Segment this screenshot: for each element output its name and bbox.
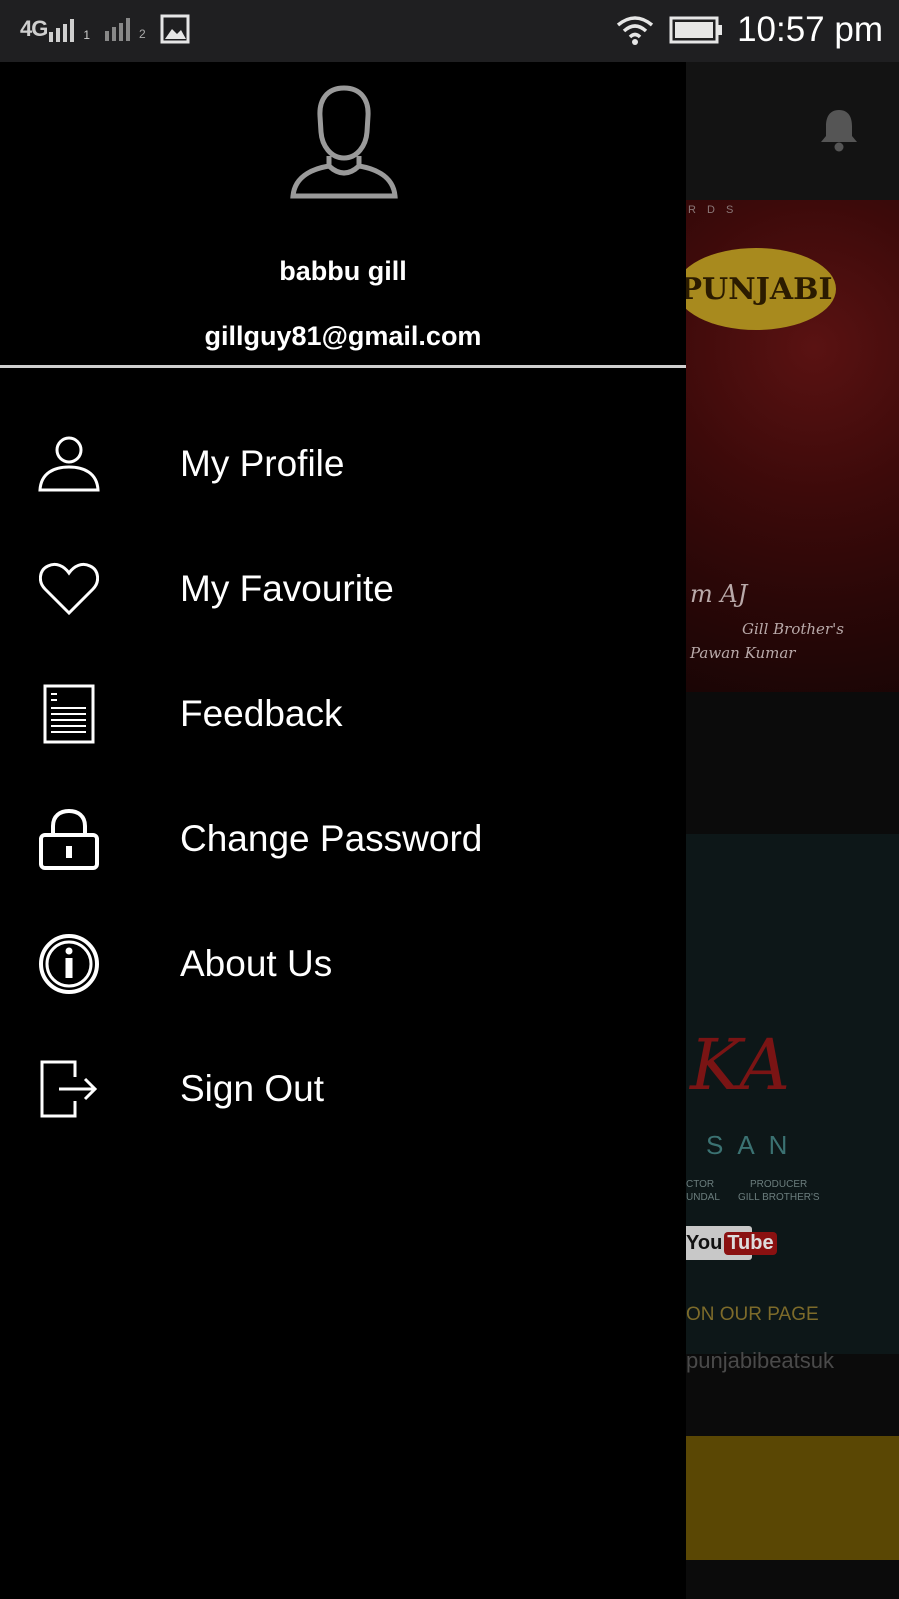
- signal-icon: [105, 18, 131, 41]
- navigation-drawer: babbu gill gillguy81@gmail.com My Profil…: [0, 62, 686, 1599]
- poster-script-title: KA: [690, 1024, 791, 1106]
- youtube-logo: You Tube: [686, 1226, 777, 1260]
- youtube-tube: Tube: [724, 1231, 777, 1255]
- background-yellow-banner[interactable]: [686, 1436, 899, 1560]
- menu-item-about-us[interactable]: About Us: [0, 901, 686, 1026]
- poster-text-line-2: Gill Brother's: [742, 620, 844, 638]
- poster-text-line-1: m AJ: [690, 580, 748, 608]
- info-icon: [38, 933, 100, 995]
- punjabi-beats-logo: PUNJABI: [686, 248, 836, 330]
- menu-item-my-profile[interactable]: My Profile: [0, 401, 686, 526]
- sim1-signal: 4G 1: [20, 16, 90, 42]
- network-type-label: 4G: [20, 16, 48, 41]
- poster-subtitle: SAN: [706, 1130, 802, 1160]
- drawer-menu: My Profile My Favourite Feedback Change …: [0, 401, 686, 1151]
- notification-bell-icon[interactable]: [819, 106, 859, 152]
- credit-role: CTOR: [686, 1179, 715, 1190]
- credit-role: PRODUCER: [750, 1179, 808, 1190]
- signal-icon: [49, 19, 75, 42]
- poster-credits: CTOR PRODUCER UNDAL GILL BROTHER'S: [686, 1178, 899, 1204]
- poster-caption: R D S: [688, 204, 738, 216]
- credit-name: UNDAL: [686, 1192, 720, 1203]
- drawer-header: babbu gill gillguy81@gmail.com: [0, 62, 686, 368]
- avatar-icon[interactable]: [289, 84, 399, 202]
- youtube-text: You: [686, 1231, 723, 1254]
- poster-footer-text: ON OUR PAGE: [686, 1304, 819, 1325]
- menu-item-label: Change Password: [180, 817, 483, 859]
- sim1-index: 1: [83, 28, 91, 42]
- menu-item-label: Feedback: [180, 692, 343, 734]
- sim2-signal: 2: [104, 17, 146, 41]
- menu-item-label: About Us: [180, 942, 333, 984]
- logo-text: PUNJABI: [686, 271, 833, 307]
- menu-item-change-password[interactable]: Change Password: [0, 776, 686, 901]
- gallery-icon: [160, 14, 190, 44]
- battery-icon: [669, 16, 723, 44]
- menu-item-my-favourite[interactable]: My Favourite: [0, 526, 686, 651]
- sign-out-icon: [38, 1058, 100, 1120]
- menu-item-label: Sign Out: [180, 1067, 324, 1109]
- wifi-icon: [616, 16, 654, 45]
- poster-text-line-3: Pawan Kumar: [690, 644, 796, 662]
- heart-icon: [38, 558, 100, 620]
- menu-item-label: My Favourite: [180, 567, 394, 609]
- menu-item-label: My Profile: [180, 442, 345, 484]
- sim2-index: 2: [139, 27, 146, 41]
- status-bar: 4G 1 2 10:57 pm: [0, 0, 899, 62]
- lock-icon: [38, 808, 100, 870]
- menu-item-feedback[interactable]: Feedback: [0, 651, 686, 776]
- background-handle-text: punjabibeatsuk: [686, 1348, 835, 1373]
- clock-time: 10:57 pm: [737, 10, 883, 49]
- user-name: babbu gill: [279, 256, 407, 286]
- person-icon: [38, 433, 100, 495]
- document-icon: [38, 683, 100, 745]
- user-email: gillguy81@gmail.com: [204, 321, 482, 351]
- background-poster-2[interactable]: KA SAN CTOR PRODUCER UNDAL GILL BROTHER'…: [686, 834, 899, 1354]
- credit-name: GILL BROTHER'S: [738, 1192, 820, 1203]
- background-poster-1[interactable]: R D S PUNJABI m AJ Gill Brother's Pawan …: [686, 200, 899, 692]
- menu-item-sign-out[interactable]: Sign Out: [0, 1026, 686, 1151]
